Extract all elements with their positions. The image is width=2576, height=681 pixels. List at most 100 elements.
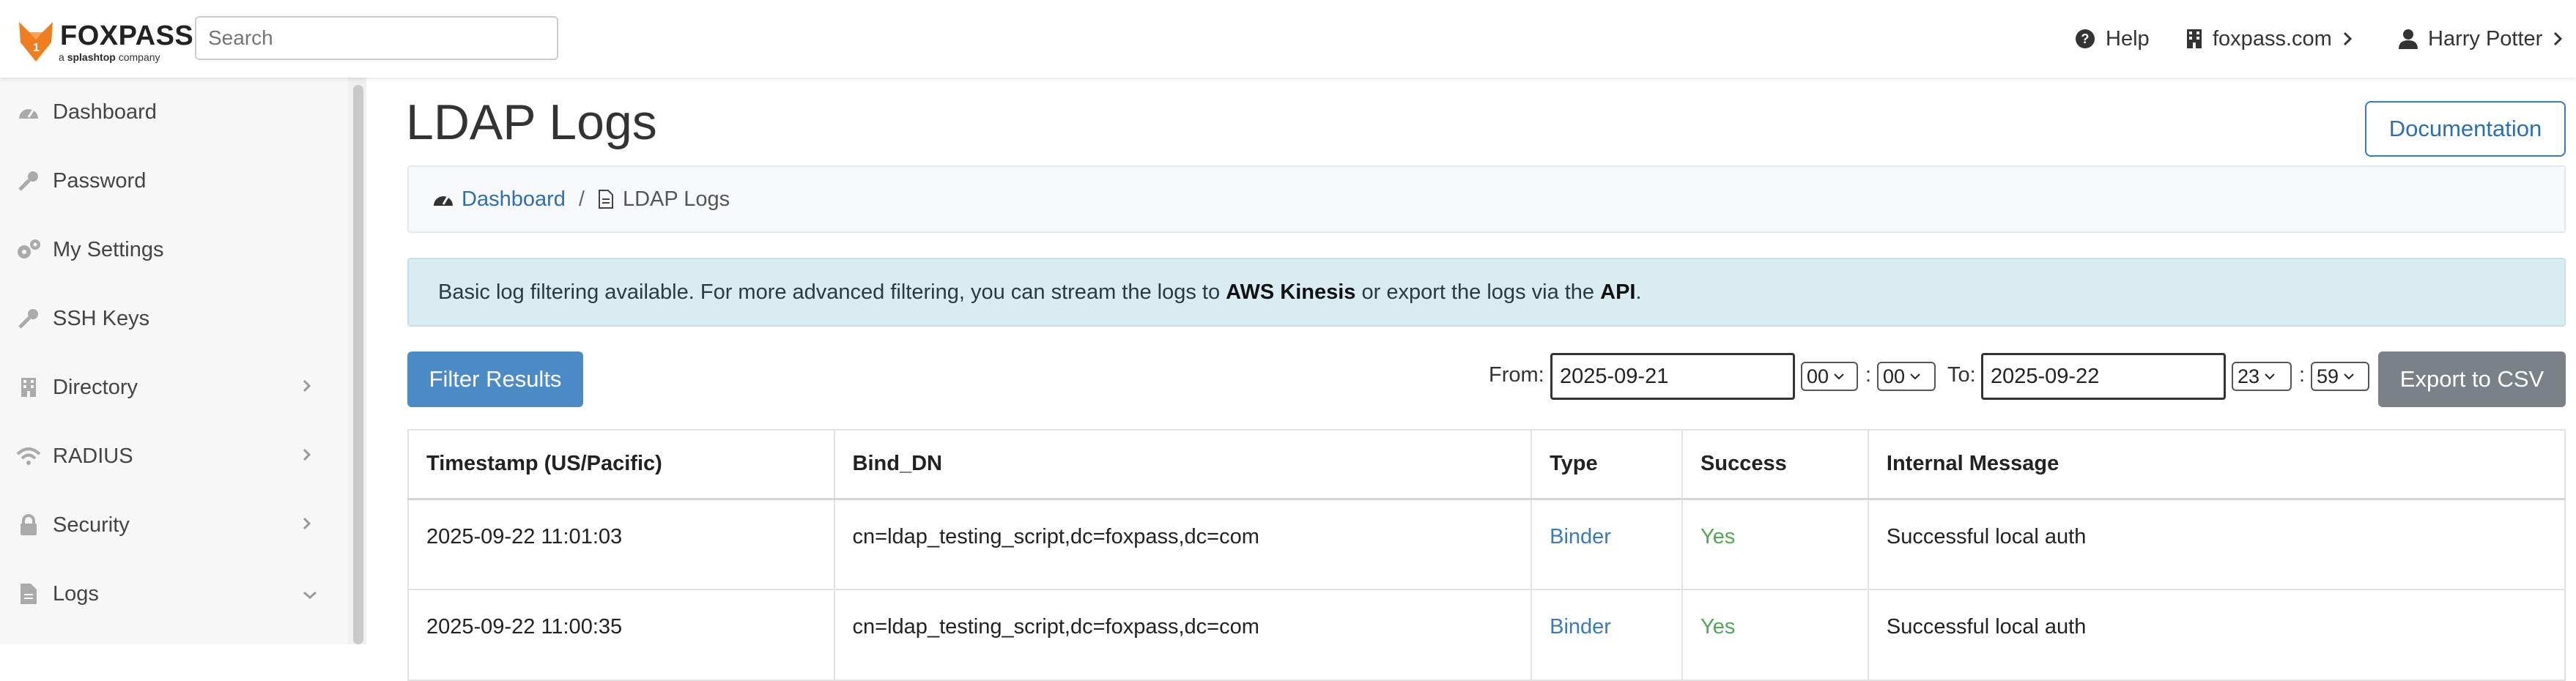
alert-text-middle: or export the logs via the [1355, 280, 1601, 304]
from-hour-value: 00 [1807, 365, 1829, 387]
tagline-brand: splashtop [67, 51, 116, 63]
to-minute-select[interactable]: 59 [2311, 362, 2369, 391]
column-header-type[interactable]: Type [1531, 429, 1684, 500]
aws-kinesis-text: AWS Kinesis [1226, 280, 1356, 304]
sidebar-item-security[interactable]: Security [0, 491, 337, 559]
top-bar: 1 FOXPASS a splashtop company ? Help fox… [0, 0, 2576, 78]
breadcrumb: Dashboard / LDAP Logs [407, 165, 2566, 233]
sidebar-item-password[interactable]: Password [0, 146, 337, 215]
user-menu[interactable]: Harry Potter [2399, 0, 2563, 78]
sidebar-item-my-settings[interactable]: My Settings [0, 215, 337, 284]
table-header-row: Timestamp (US/Pacific) Bind_DN Type Succ… [407, 429, 2566, 500]
breadcrumb-current: LDAP Logs [622, 187, 730, 211]
column-header-success[interactable]: Success [1681, 429, 1869, 500]
documentation-button[interactable]: Documentation [2365, 101, 2566, 157]
sidebar-item-label: Logs [53, 581, 99, 606]
question-circle-icon: ? [2076, 29, 2095, 48]
user-icon [2399, 29, 2418, 49]
help-label: Help [2106, 26, 2150, 51]
sidebar-item-directory[interactable]: Directory [0, 353, 337, 422]
sidebar-scrollbar-thumb[interactable] [353, 85, 363, 644]
cell-type-link[interactable]: Binder [1531, 589, 1684, 681]
sidebar-item-label: Directory [53, 375, 138, 399]
table-row: 2025-09-22 11:00:35 cn=ldap_testing_scri… [407, 589, 2566, 681]
foxpass-logo[interactable]: 1 FOXPASS a splashtop company [18, 16, 193, 64]
chevron-down-icon [1910, 373, 1920, 380]
to-date-input[interactable] [1981, 353, 2226, 400]
sidebar-item-label: Security [53, 513, 130, 537]
column-header-internal-message[interactable]: Internal Message [1867, 429, 2566, 500]
help-link[interactable]: ? Help [2075, 0, 2150, 78]
building-icon [16, 375, 41, 400]
alert-text: Basic log filtering available. For more … [438, 280, 1642, 305]
from-hour-select[interactable]: 00 [1801, 362, 1858, 391]
sidebar-item-label: SSH Keys [53, 306, 150, 330]
export-csv-button[interactable]: Export to CSV [2378, 351, 2566, 407]
time-separator: : [1865, 363, 1872, 387]
file-icon [598, 190, 613, 209]
to-hour-select[interactable]: 23 [2232, 362, 2292, 391]
sidebar-item-dashboard[interactable]: Dashboard [0, 78, 337, 146]
user-name: Harry Potter [2428, 26, 2543, 51]
cell-message: Successful local auth [1867, 589, 2566, 681]
sidebar-item-label: Password [53, 168, 147, 193]
to-label: To: [1947, 363, 1976, 387]
cell-bind-dn: cn=ldap_testing_script,dc=foxpass,dc=com [833, 589, 1533, 681]
lock-icon [16, 513, 41, 537]
column-header-bind-dn[interactable]: Bind_DN [833, 429, 1533, 500]
dashboard-icon [16, 100, 41, 124]
to-hour-value: 23 [2238, 365, 2260, 387]
from-minute-value: 00 [1883, 365, 1906, 387]
from-date-input[interactable] [1550, 353, 1795, 400]
chevron-down-icon [1834, 373, 1844, 380]
key-icon [16, 306, 41, 331]
org-label: foxpass.com [2213, 26, 2332, 51]
org-menu[interactable]: foxpass.com [2186, 0, 2353, 78]
cell-success: Yes [1681, 589, 1869, 681]
page-title: LDAP Logs [406, 94, 657, 150]
chevron-right-icon [2343, 31, 2352, 46]
chevron-down-icon [2265, 373, 2275, 380]
from-label: From: [1489, 363, 1544, 387]
ldap-logs-table: Timestamp (US/Pacific) Bind_DN Type Succ… [407, 429, 2566, 681]
cell-type-link[interactable]: Binder [1531, 498, 1684, 590]
tagline-prefix: a [59, 51, 64, 63]
svg-text:1: 1 [33, 42, 40, 54]
sidebar-item-ssh-keys[interactable]: SSH Keys [0, 284, 337, 353]
breadcrumb-dashboard-link[interactable]: Dashboard [462, 187, 566, 212]
chevron-right-icon [2554, 31, 2563, 46]
file-icon [16, 581, 41, 606]
building-icon [2187, 29, 2202, 48]
chevron-right-icon [302, 376, 312, 400]
wifi-icon [16, 444, 41, 469]
chevron-down-icon [2344, 373, 2354, 380]
cell-success: Yes [1681, 498, 1869, 590]
search-input[interactable] [195, 16, 558, 60]
key-icon [16, 168, 41, 193]
cell-timestamp: 2025-09-22 11:00:35 [407, 589, 835, 681]
column-header-timestamp[interactable]: Timestamp (US/Pacific) [407, 429, 835, 500]
logo-tagline: a splashtop company [59, 51, 160, 63]
svg-text:?: ? [2081, 31, 2090, 46]
info-alert: Basic log filtering available. For more … [407, 258, 2566, 327]
chevron-right-icon [302, 513, 312, 537]
alert-text-end: . [1635, 280, 1642, 304]
api-text: API [1600, 280, 1636, 304]
breadcrumb-separator: / [578, 187, 585, 211]
sidebar-item-label: My Settings [53, 237, 164, 261]
tagline-suffix: company [118, 51, 160, 63]
sidebar-item-radius[interactable]: RADIUS [0, 422, 337, 491]
cell-message: Successful local auth [1867, 498, 2566, 590]
dashboard-icon [434, 196, 453, 206]
cell-bind-dn: cn=ldap_testing_script,dc=foxpass,dc=com [833, 498, 1533, 590]
sidebar: Dashboard Password My Settings SSH Keys … [0, 78, 349, 644]
table-row: 2025-09-22 11:01:03 cn=ldap_testing_scri… [407, 498, 2566, 590]
sidebar-item-label: Dashboard [53, 100, 157, 124]
from-minute-select[interactable]: 00 [1877, 362, 1936, 391]
to-minute-value: 59 [2317, 365, 2339, 387]
filter-results-button[interactable]: Filter Results [407, 351, 583, 407]
sidebar-item-logs[interactable]: Logs [0, 559, 337, 628]
fox-logo-icon: 1 [19, 22, 53, 62]
cell-timestamp: 2025-09-22 11:01:03 [407, 498, 835, 590]
chevron-right-icon [302, 444, 312, 469]
